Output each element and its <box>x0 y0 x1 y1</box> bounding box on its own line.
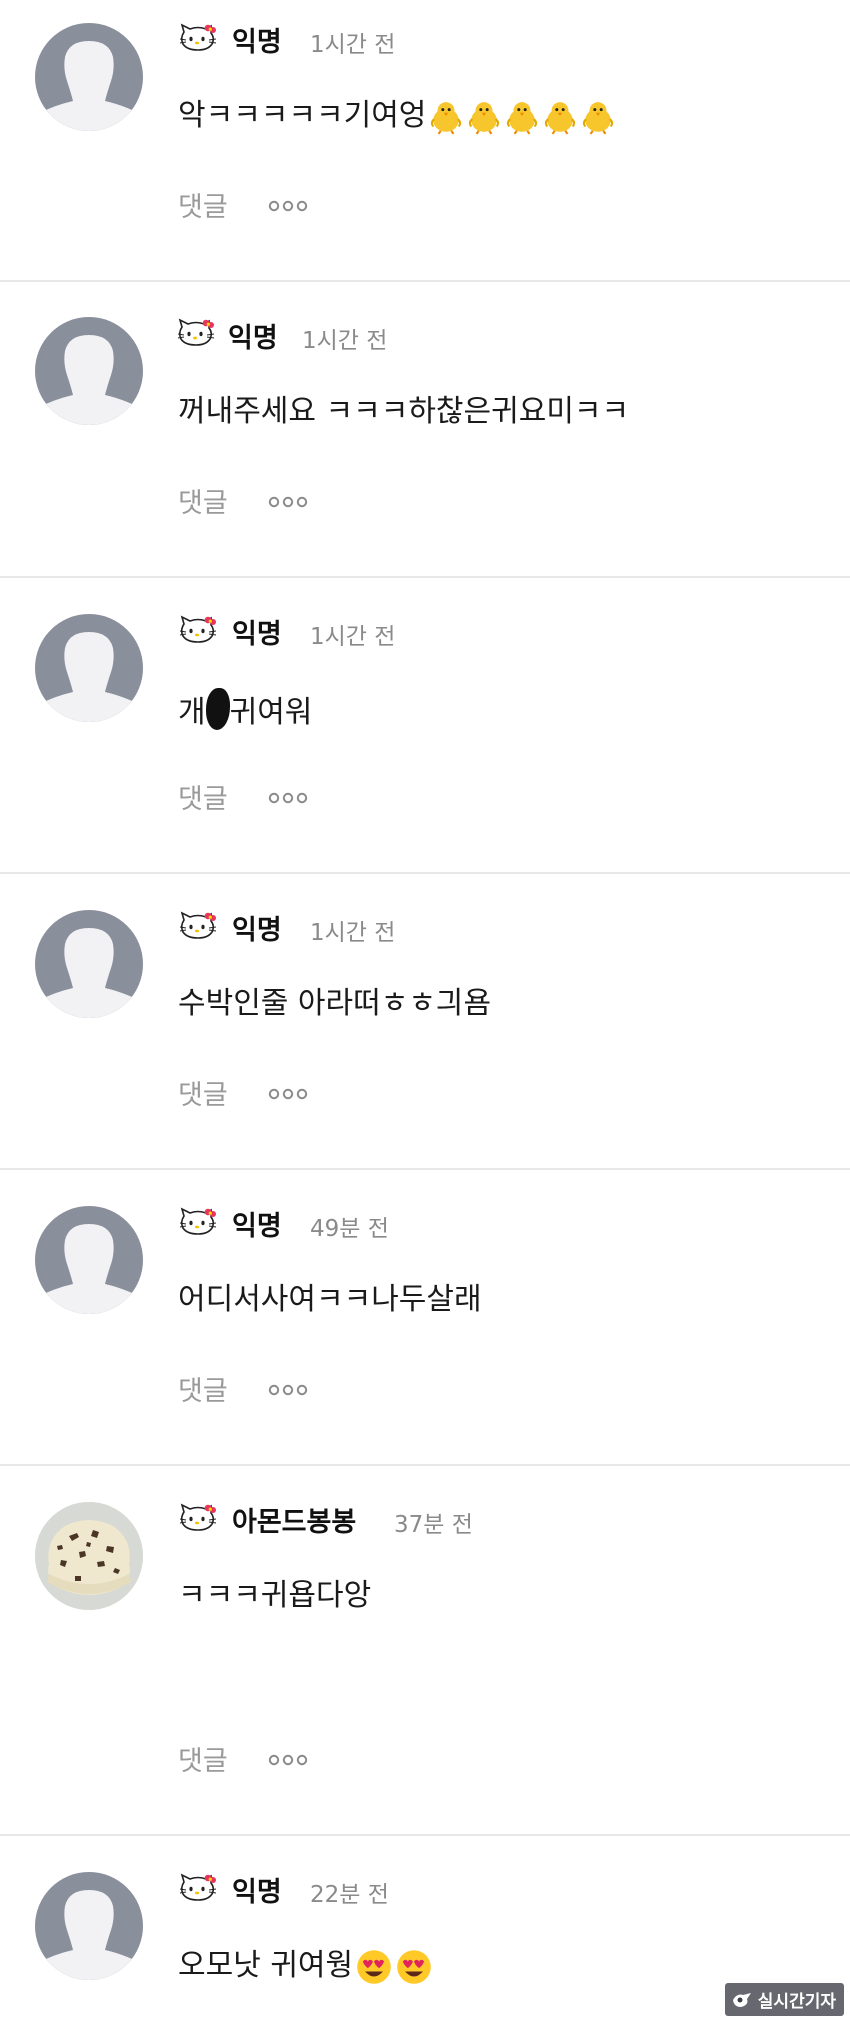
comment-item: 익명 1시간 전 악ㅋㅋㅋㅋㅋ기여엉 댓글 <box>0 0 850 282</box>
reply-button[interactable]: 댓글 <box>178 1374 228 1410</box>
comment-item: 익명 49분 전 어디서사여ㅋㅋ나두살래 댓글 <box>0 1170 850 1466</box>
heart-eyes-emoji-icon <box>355 1948 393 1986</box>
hello-kitty-icon <box>178 1206 218 1236</box>
chick-emoji-icon <box>428 99 464 135</box>
comment-time: 22분 전 <box>310 1882 389 1908</box>
more-dots-icon[interactable] <box>268 790 308 806</box>
author-name[interactable]: 익명 <box>232 618 282 652</box>
default-avatar-icon <box>35 910 143 1018</box>
avatar[interactable] <box>35 1206 143 1314</box>
avatar[interactable] <box>35 614 143 722</box>
reply-button[interactable]: 댓글 <box>178 190 228 226</box>
avatar[interactable] <box>35 317 143 425</box>
chick-emoji-icon <box>542 99 578 135</box>
comment-text: 오모낫 귀여웡 <box>178 1946 433 1986</box>
comment-item: 아몬드봉봉 37분 전 ㅋㅋㅋ귀욥다앙 댓글 <box>0 1466 850 1836</box>
comment-time: 37분 전 <box>394 1512 473 1538</box>
comment-text: 악ㅋㅋㅋㅋㅋ기여엉 <box>178 96 616 136</box>
more-dots-icon[interactable] <box>268 1086 308 1102</box>
heart-eyes-emoji-row <box>355 1948 433 1986</box>
default-avatar-icon <box>35 317 143 425</box>
comment-time: 49분 전 <box>310 1216 389 1242</box>
default-avatar-icon <box>35 23 143 131</box>
chick-emoji-icon <box>580 99 616 135</box>
comment-item: 익명 1시간 전 꺼내주세요 ㅋㅋㅋ하찮은귀요미ㅋㅋ 댓글 <box>0 282 850 578</box>
chick-emoji-row <box>428 99 616 135</box>
reply-button[interactable]: 댓글 <box>178 1744 228 1780</box>
comment-time: 1시간 전 <box>310 624 396 650</box>
comment-text: 꺼내주세요 ㅋㅋㅋ하찮은귀요미ㅋㅋ <box>178 394 630 429</box>
author-name[interactable]: 아몬드봉봉 <box>232 1506 356 1540</box>
comment-time: 1시간 전 <box>310 920 396 946</box>
reply-button[interactable]: 댓글 <box>178 782 228 818</box>
author-name[interactable]: 익명 <box>232 1210 282 1244</box>
reply-button[interactable]: 댓글 <box>178 1078 228 1114</box>
author-name[interactable]: 익명 <box>232 1876 282 1910</box>
chick-emoji-icon <box>466 99 502 135</box>
comment-text: 수박인줄 아라떠ㅎㅎ긔욤 <box>178 986 492 1021</box>
default-avatar-icon <box>35 1206 143 1314</box>
chick-emoji-icon <box>504 99 540 135</box>
comment-time: 1시간 전 <box>310 32 396 58</box>
hello-kitty-icon <box>178 614 218 644</box>
author-name[interactable]: 익명 <box>228 322 278 356</box>
comment-item: 익명 1시간 전 수박인줄 아라떠ㅎㅎ긔욤 댓글 <box>0 874 850 1170</box>
avatar[interactable] <box>35 23 143 131</box>
hello-kitty-icon <box>178 1872 218 1902</box>
more-dots-icon[interactable] <box>268 494 308 510</box>
heart-eyes-emoji-icon <box>395 1948 433 1986</box>
default-avatar-icon <box>35 614 143 722</box>
hello-kitty-icon <box>178 910 218 940</box>
hello-kitty-icon <box>176 317 216 347</box>
hello-kitty-icon <box>178 1502 218 1532</box>
comment-item: 익명 1시간 전 개 귀여워 댓글 <box>0 578 850 874</box>
more-dots-icon[interactable] <box>268 1382 308 1398</box>
author-name[interactable]: 익명 <box>232 914 282 948</box>
watermark-text: 실시간기자 <box>757 1992 836 2012</box>
comment-text: 어디서사여ㅋㅋ나두살래 <box>178 1282 482 1317</box>
more-dots-icon[interactable] <box>268 1752 308 1768</box>
comment-item: 익명 22분 전 오모낫 귀여웡 <box>0 1836 850 2020</box>
avatar[interactable] <box>35 1872 143 1980</box>
censor-smudge <box>205 688 230 730</box>
hello-kitty-icon <box>178 22 218 52</box>
comment-text: 개 귀여워 <box>178 688 312 733</box>
author-name[interactable]: 익명 <box>232 26 282 60</box>
default-avatar-icon <box>35 1872 143 1980</box>
avatar[interactable] <box>35 1502 143 1610</box>
reply-button[interactable]: 댓글 <box>178 486 228 522</box>
comment-text: ㅋㅋㅋ귀욥다앙 <box>178 1578 372 1613</box>
watermark-logo-icon <box>732 1992 751 2007</box>
avatar[interactable] <box>35 910 143 1018</box>
comment-time: 1시간 전 <box>302 328 388 354</box>
more-dots-icon[interactable] <box>268 198 308 214</box>
watermark: 실시간기자 <box>724 1983 844 2016</box>
ice-cream-avatar-icon <box>35 1502 143 1610</box>
